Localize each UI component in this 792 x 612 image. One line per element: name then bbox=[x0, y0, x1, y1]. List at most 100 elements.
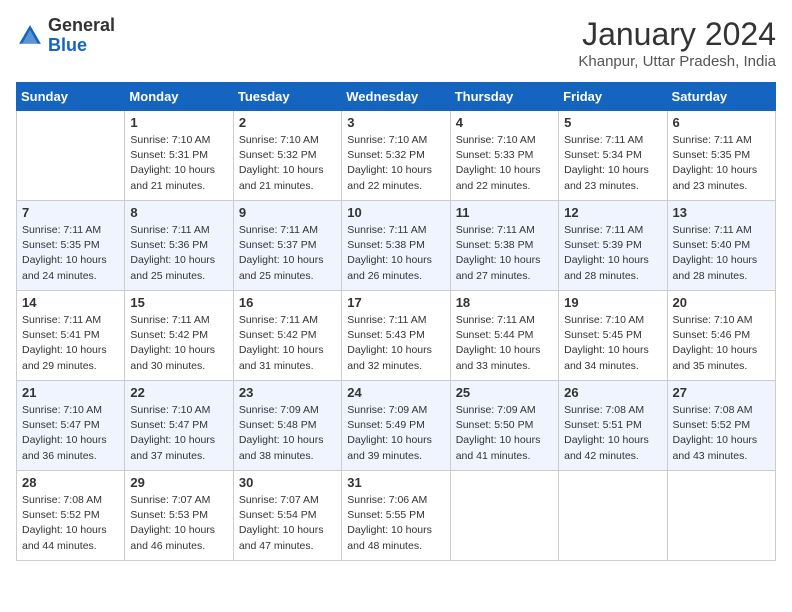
day-info: Sunrise: 7:09 AM Sunset: 5:49 PM Dayligh… bbox=[347, 403, 444, 464]
title-area: January 2024 Khanpur, Uttar Pradesh, Ind… bbox=[578, 16, 776, 70]
day-number: 11 bbox=[456, 205, 553, 220]
day-number: 31 bbox=[347, 475, 444, 490]
day-info: Sunrise: 7:11 AM Sunset: 5:41 PM Dayligh… bbox=[22, 313, 119, 374]
logo-icon bbox=[16, 22, 44, 50]
day-number: 12 bbox=[564, 205, 661, 220]
header-wednesday: Wednesday bbox=[342, 83, 450, 111]
day-number: 13 bbox=[673, 205, 770, 220]
calendar-cell: 2 Sunrise: 7:10 AM Sunset: 5:32 PM Daylig… bbox=[233, 111, 341, 201]
day-info: Sunrise: 7:11 AM Sunset: 5:38 PM Dayligh… bbox=[456, 223, 553, 284]
calendar-body: 1Sunrise: 7:10 AM Sunset: 5:31 PM Daylig… bbox=[17, 111, 776, 561]
calendar-cell: 15 Sunrise: 7:11 AM Sunset: 5:42 PM Dayli… bbox=[125, 291, 233, 381]
location-subtitle: Khanpur, Uttar Pradesh, India bbox=[578, 53, 776, 70]
day-info: Sunrise: 7:09 AM Sunset: 5:50 PM Dayligh… bbox=[456, 403, 553, 464]
calendar-cell: 18Sunrise: 7:11 AM Sunset: 5:44 PM Dayli… bbox=[450, 291, 558, 381]
day-number: 3 bbox=[347, 115, 444, 130]
day-number: 5 bbox=[564, 115, 661, 130]
day-info: Sunrise: 7:10 AM Sunset: 5:32 PM Dayligh… bbox=[239, 133, 336, 194]
day-info: Sunrise: 7:08 AM Sunset: 5:51 PM Dayligh… bbox=[564, 403, 661, 464]
day-info: Sunrise: 7:11 AM Sunset: 5:43 PM Dayligh… bbox=[347, 313, 444, 374]
week-row-5: 28 Sunrise: 7:08 AM Sunset: 5:52 PM Dayli… bbox=[17, 471, 776, 561]
day-info: Sunrise: 7:09 AM Sunset: 5:48 PM Dayligh… bbox=[239, 403, 336, 464]
calendar-cell: 6 Sunrise: 7:11 AM Sunset: 5:35 PM Daylig… bbox=[667, 111, 775, 201]
day-number: 16 bbox=[239, 295, 336, 310]
calendar-cell: 13Sunrise: 7:11 AM Sunset: 5:40 PM Dayli… bbox=[667, 201, 775, 291]
day-info: Sunrise: 7:11 AM Sunset: 5:44 PM Dayligh… bbox=[456, 313, 553, 374]
calendar-cell: 30Sunrise: 7:07 AM Sunset: 5:54 PM Dayli… bbox=[233, 471, 341, 561]
week-row-1: 1Sunrise: 7:10 AM Sunset: 5:31 PM Daylig… bbox=[17, 111, 776, 201]
day-number: 25 bbox=[456, 385, 553, 400]
calendar-cell: 8 Sunrise: 7:11 AM Sunset: 5:36 PM Daylig… bbox=[125, 201, 233, 291]
day-number: 27 bbox=[673, 385, 770, 400]
calendar-cell: 27 Sunrise: 7:08 AM Sunset: 5:52 PM Dayli… bbox=[667, 381, 775, 471]
week-row-3: 14Sunrise: 7:11 AM Sunset: 5:41 PM Dayli… bbox=[17, 291, 776, 381]
header-tuesday: Tuesday bbox=[233, 83, 341, 111]
calendar-cell: 1Sunrise: 7:10 AM Sunset: 5:31 PM Daylig… bbox=[125, 111, 233, 201]
day-number: 1 bbox=[130, 115, 227, 130]
day-number: 21 bbox=[22, 385, 119, 400]
calendar-cell bbox=[559, 471, 667, 561]
calendar-cell bbox=[17, 111, 125, 201]
logo: General Blue bbox=[16, 16, 115, 56]
calendar-cell: 14Sunrise: 7:11 AM Sunset: 5:41 PM Dayli… bbox=[17, 291, 125, 381]
day-info: Sunrise: 7:11 AM Sunset: 5:42 PM Dayligh… bbox=[130, 313, 227, 374]
day-number: 4 bbox=[456, 115, 553, 130]
calendar-cell: 25 Sunrise: 7:09 AM Sunset: 5:50 PM Dayli… bbox=[450, 381, 558, 471]
header-monday: Monday bbox=[125, 83, 233, 111]
day-number: 19 bbox=[564, 295, 661, 310]
calendar-table: SundayMondayTuesdayWednesdayThursdayFrid… bbox=[16, 82, 776, 561]
day-number: 2 bbox=[239, 115, 336, 130]
header-friday: Friday bbox=[559, 83, 667, 111]
calendar-cell bbox=[450, 471, 558, 561]
day-number: 17 bbox=[347, 295, 444, 310]
day-number: 15 bbox=[130, 295, 227, 310]
calendar-cell: 19Sunrise: 7:10 AM Sunset: 5:45 PM Dayli… bbox=[559, 291, 667, 381]
day-info: Sunrise: 7:08 AM Sunset: 5:52 PM Dayligh… bbox=[22, 493, 119, 554]
day-number: 24 bbox=[347, 385, 444, 400]
day-number: 28 bbox=[22, 475, 119, 490]
header-saturday: Saturday bbox=[667, 83, 775, 111]
calendar-cell: 29 Sunrise: 7:07 AM Sunset: 5:53 PM Dayli… bbox=[125, 471, 233, 561]
page-header: General Blue January 2024 Khanpur, Uttar… bbox=[16, 16, 776, 70]
month-year-title: January 2024 bbox=[578, 16, 776, 53]
calendar-cell: 7 Sunrise: 7:11 AM Sunset: 5:35 PM Daylig… bbox=[17, 201, 125, 291]
day-info: Sunrise: 7:11 AM Sunset: 5:34 PM Dayligh… bbox=[564, 133, 661, 194]
day-number: 8 bbox=[130, 205, 227, 220]
calendar-cell: 5 Sunrise: 7:11 AM Sunset: 5:34 PM Daylig… bbox=[559, 111, 667, 201]
day-info: Sunrise: 7:11 AM Sunset: 5:38 PM Dayligh… bbox=[347, 223, 444, 284]
calendar-cell: 28 Sunrise: 7:08 AM Sunset: 5:52 PM Dayli… bbox=[17, 471, 125, 561]
day-number: 6 bbox=[673, 115, 770, 130]
calendar-cell: 3 Sunrise: 7:10 AM Sunset: 5:32 PM Daylig… bbox=[342, 111, 450, 201]
day-info: Sunrise: 7:10 AM Sunset: 5:46 PM Dayligh… bbox=[673, 313, 770, 374]
calendar-header: SundayMondayTuesdayWednesdayThursdayFrid… bbox=[17, 83, 776, 111]
day-info: Sunrise: 7:11 AM Sunset: 5:42 PM Dayligh… bbox=[239, 313, 336, 374]
day-info: Sunrise: 7:11 AM Sunset: 5:39 PM Dayligh… bbox=[564, 223, 661, 284]
day-info: Sunrise: 7:11 AM Sunset: 5:36 PM Dayligh… bbox=[130, 223, 227, 284]
header-sunday: Sunday bbox=[17, 83, 125, 111]
calendar-cell: 16 Sunrise: 7:11 AM Sunset: 5:42 PM Dayli… bbox=[233, 291, 341, 381]
calendar-cell: 22 Sunrise: 7:10 AM Sunset: 5:47 PM Dayli… bbox=[125, 381, 233, 471]
header-thursday: Thursday bbox=[450, 83, 558, 111]
calendar-cell: 17 Sunrise: 7:11 AM Sunset: 5:43 PM Dayli… bbox=[342, 291, 450, 381]
day-info: Sunrise: 7:11 AM Sunset: 5:37 PM Dayligh… bbox=[239, 223, 336, 284]
calendar-cell: 31Sunrise: 7:06 AM Sunset: 5:55 PM Dayli… bbox=[342, 471, 450, 561]
calendar-cell: 20Sunrise: 7:10 AM Sunset: 5:46 PM Dayli… bbox=[667, 291, 775, 381]
day-info: Sunrise: 7:11 AM Sunset: 5:35 PM Dayligh… bbox=[22, 223, 119, 284]
calendar-cell: 24 Sunrise: 7:09 AM Sunset: 5:49 PM Dayli… bbox=[342, 381, 450, 471]
calendar-cell: 12 Sunrise: 7:11 AM Sunset: 5:39 PM Dayli… bbox=[559, 201, 667, 291]
day-info: Sunrise: 7:07 AM Sunset: 5:53 PM Dayligh… bbox=[130, 493, 227, 554]
header-row: SundayMondayTuesdayWednesdayThursdayFrid… bbox=[17, 83, 776, 111]
day-number: 29 bbox=[130, 475, 227, 490]
calendar-cell: 4Sunrise: 7:10 AM Sunset: 5:33 PM Daylig… bbox=[450, 111, 558, 201]
day-info: Sunrise: 7:11 AM Sunset: 5:35 PM Dayligh… bbox=[673, 133, 770, 194]
day-info: Sunrise: 7:10 AM Sunset: 5:32 PM Dayligh… bbox=[347, 133, 444, 194]
calendar-cell: 26Sunrise: 7:08 AM Sunset: 5:51 PM Dayli… bbox=[559, 381, 667, 471]
day-number: 7 bbox=[22, 205, 119, 220]
calendar-cell: 11 Sunrise: 7:11 AM Sunset: 5:38 PM Dayli… bbox=[450, 201, 558, 291]
calendar-cell: 9Sunrise: 7:11 AM Sunset: 5:37 PM Daylig… bbox=[233, 201, 341, 291]
day-info: Sunrise: 7:10 AM Sunset: 5:47 PM Dayligh… bbox=[130, 403, 227, 464]
day-number: 22 bbox=[130, 385, 227, 400]
logo-text: General Blue bbox=[48, 16, 115, 56]
week-row-2: 7 Sunrise: 7:11 AM Sunset: 5:35 PM Daylig… bbox=[17, 201, 776, 291]
day-info: Sunrise: 7:08 AM Sunset: 5:52 PM Dayligh… bbox=[673, 403, 770, 464]
